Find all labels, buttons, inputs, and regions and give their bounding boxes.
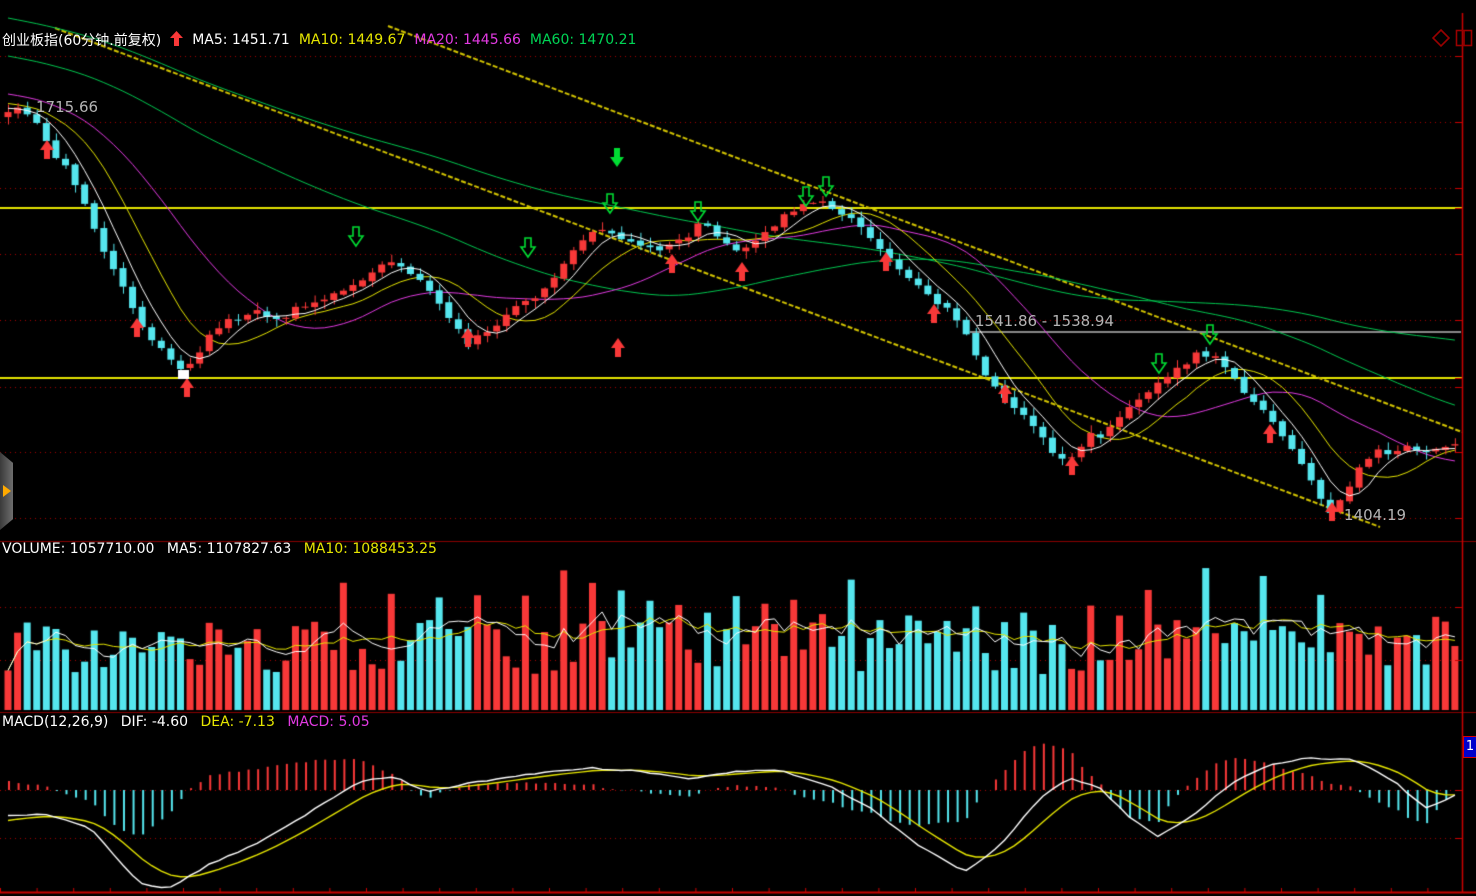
macd-dea: DEA: -7.13 <box>201 714 275 730</box>
volume-value: VOLUME: 1057710.00 <box>2 541 154 557</box>
ma5-label: MA5: 1451.71 <box>192 32 290 48</box>
price-label-low: 1404.19 <box>1344 506 1406 524</box>
split-layout-icon[interactable] <box>1455 29 1473 47</box>
trading-app-window: 系统功能报价分析扩展行情资讯工具帮助 期权模拟 坚持实盘交易·理性投资 创业板指… <box>0 0 1476 896</box>
sidebar-slide-handle[interactable] <box>0 452 13 530</box>
page-indicator[interactable]: 1 <box>1463 736 1476 758</box>
macd-value: MACD: 5.05 <box>287 714 369 730</box>
expand-arrow-icon <box>3 485 11 497</box>
symbol-period-title: 创业板指(60分钟.前复权) <box>2 30 161 50</box>
ma60-label: MA60: 1470.21 <box>530 32 637 48</box>
chart-canvas[interactable] <box>0 0 1476 896</box>
trend-up-arrow-icon <box>170 31 183 50</box>
ma10-label: MA10: 1449.67 <box>299 32 406 48</box>
price-label-range: 1541.86 - 1538.94 <box>975 312 1114 330</box>
volume-ma10: MA10: 1088453.25 <box>304 541 437 557</box>
diamond-icon[interactable] <box>1432 29 1450 47</box>
chart-corner-icons <box>1427 29 1473 47</box>
macd-params: MACD(12,26,9) <box>2 714 108 730</box>
macd-title-row: MACD(12,26,9) DIF: -4.60 DEA: -7.13 MACD… <box>2 714 378 730</box>
ma20-label: MA20: 1445.66 <box>414 32 521 48</box>
volume-ma5: MA5: 1107827.63 <box>167 541 291 557</box>
main-chart-title-row: 创业板指(60分钟.前复权) MA5: 1451.71 MA10: 1449.6… <box>2 30 645 50</box>
price-label-high: 1715.66 <box>36 98 98 116</box>
macd-dif: DIF: -4.60 <box>121 714 188 730</box>
volume-title-row: VOLUME: 1057710.00 MA5: 1107827.63 MA10:… <box>2 541 445 557</box>
